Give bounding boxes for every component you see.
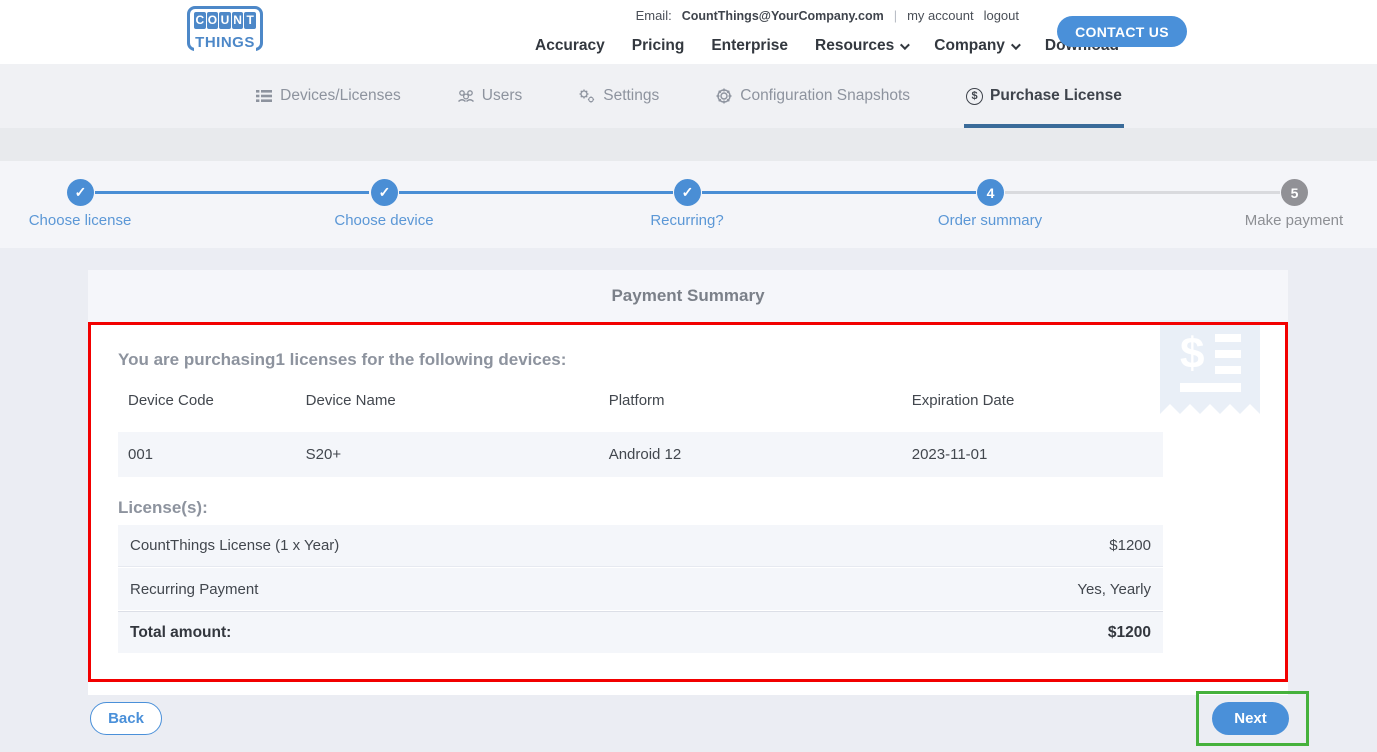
step-check-icon: ✓ (674, 179, 701, 206)
email-value: CountThings@YourCompany.com (682, 9, 884, 23)
tab-configuration-snapshots[interactable]: Configuration Snapshots (713, 64, 912, 128)
license-name: CountThings License (1 x Year) (130, 537, 339, 554)
stepper-connector (399, 191, 673, 194)
step-check-icon: ✓ (67, 179, 94, 206)
purchase-intro-text: You are purchasing1 licenses for the fol… (118, 350, 566, 370)
contact-us-button[interactable]: CONTACT US (1057, 16, 1187, 47)
purchase-license-page: C O U N T THINGS Email: CountThings@Your… (0, 0, 1377, 752)
email-label: Email: (636, 8, 672, 23)
chevron-down-icon (1011, 40, 1021, 50)
nav-pricing[interactable]: Pricing (632, 37, 685, 55)
gears-icon (578, 87, 596, 105)
recurring-value: Yes, Yearly (1077, 581, 1151, 598)
countthings-logo[interactable]: C O U N T THINGS (187, 6, 263, 51)
tab-users[interactable]: Users (455, 64, 524, 128)
step-label: Recurring? (650, 212, 723, 229)
license-row: Recurring Payment Yes, Yearly (118, 568, 1163, 610)
my-account-link[interactable]: my account (907, 8, 973, 23)
license-row: CountThings License (1 x Year) $1200 (118, 525, 1163, 567)
nav-enterprise[interactable]: Enterprise (711, 37, 788, 55)
col-expiration-date: Expiration Date (902, 392, 1163, 409)
stepper-connector (702, 191, 976, 194)
tab-settings[interactable]: Settings (576, 64, 661, 128)
dollar-circle-icon: $ (966, 88, 983, 105)
users-icon (457, 87, 475, 105)
step-number: 5 (1281, 179, 1308, 206)
total-label: Total amount: (130, 624, 231, 642)
device-code-cell: 001 (118, 446, 296, 463)
back-button[interactable]: Back (90, 702, 162, 735)
step-label: Choose device (334, 212, 433, 229)
card-title: Payment Summary (88, 270, 1288, 322)
device-table-row: 001 S20+ Android 12 2023-11-01 (118, 432, 1163, 477)
stepper-connector (95, 191, 369, 194)
step-label: Make payment (1245, 212, 1343, 229)
svg-text:$: $ (1180, 329, 1204, 378)
total-value: $1200 (1108, 624, 1151, 642)
col-device-name: Device Name (296, 392, 599, 409)
logo-things-text: THINGS (194, 34, 256, 51)
payment-summary-card: Payment Summary $ You are purchasing1 li… (88, 270, 1288, 695)
stepper-connector (1005, 191, 1280, 194)
purchase-stepper: ✓ Choose license ✓ Choose device ✓ Recur… (0, 161, 1377, 248)
nav-company[interactable]: Company (934, 37, 1018, 55)
device-table-header: Device Code Device Name Platform Expirat… (118, 388, 1163, 412)
next-button[interactable]: Next (1212, 702, 1289, 735)
license-price: $1200 (1109, 537, 1151, 554)
step-check-icon: ✓ (371, 179, 398, 206)
licenses-section-label: License(s): (118, 498, 208, 518)
account-row: Email: CountThings@YourCompany.com | my … (636, 8, 1019, 23)
tab-devices-licenses[interactable]: Devices/Licenses (253, 64, 403, 128)
top-header: C O U N T THINGS Email: CountThings@Your… (0, 0, 1377, 64)
chevron-down-icon (900, 40, 910, 50)
list-icon (255, 87, 273, 105)
receipt-watermark-icon: $ (1160, 320, 1260, 426)
gear-icon (715, 87, 733, 105)
platform-cell: Android 12 (599, 446, 902, 463)
account-tabbar: Devices/Licenses Users Settings Configur… (0, 64, 1377, 128)
device-name-cell: S20+ (296, 446, 599, 463)
total-row: Total amount: $1200 (118, 611, 1163, 653)
recurring-label: Recurring Payment (130, 581, 258, 598)
nav-resources[interactable]: Resources (815, 37, 907, 55)
expiration-date-cell: 2023-11-01 (902, 446, 1163, 463)
col-platform: Platform (599, 392, 902, 409)
logo-count-row: C O U N T (194, 12, 256, 29)
step-label: Order summary (938, 212, 1042, 229)
col-device-code: Device Code (118, 392, 296, 409)
main-nav: Accuracy Pricing Enterprise Resources Co… (535, 37, 1119, 55)
divider-band (0, 128, 1377, 161)
logout-link[interactable]: logout (984, 8, 1019, 23)
tab-purchase-license[interactable]: $ Purchase License (964, 64, 1124, 128)
step-label: Choose license (29, 212, 132, 229)
nav-accuracy[interactable]: Accuracy (535, 37, 605, 55)
separator: | (894, 8, 897, 23)
step-number: 4 (977, 179, 1004, 206)
